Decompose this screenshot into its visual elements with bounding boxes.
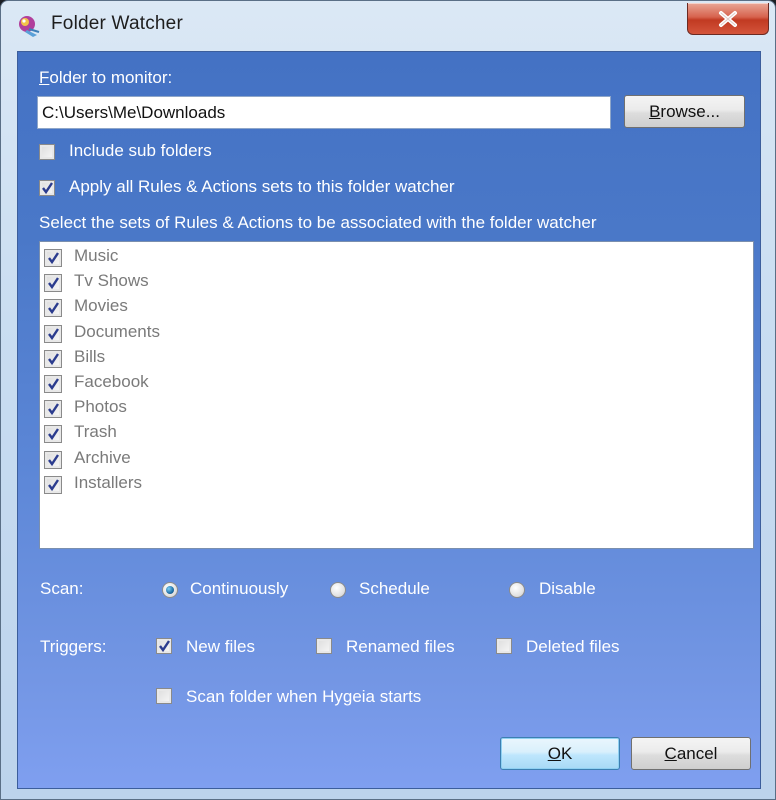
rule-set-label: Trash — [74, 422, 117, 442]
browse-button[interactable]: Browse... — [624, 95, 745, 128]
new-files-label: New files — [186, 637, 255, 656]
title-bar[interactable]: Folder Watcher — [1, 1, 775, 51]
rule-set-item[interactable]: Trash — [40, 421, 753, 446]
rule-set-label: Bills — [74, 346, 106, 366]
rule-set-checkbox[interactable] — [44, 475, 62, 494]
folder-to-monitor-label: Folder to monitor: — [39, 68, 173, 87]
renamed-files-checkbox[interactable] — [316, 638, 332, 654]
scan-disable-label: Disable — [539, 579, 596, 598]
checkmark-icon — [48, 378, 59, 391]
ok-button[interactable]: OK — [500, 737, 620, 770]
scan-schedule-radio[interactable] — [330, 582, 346, 598]
rule-set-item[interactable]: Photos — [40, 396, 753, 421]
rules-actions-list[interactable]: Music Tv Shows Movies Documents Bills Faceboo… — [39, 241, 754, 549]
rule-set-checkbox[interactable] — [44, 249, 62, 267]
rule-set-label: Installers — [74, 472, 143, 492]
rule-set-label: Music — [74, 246, 119, 265]
checkmark-icon — [48, 479, 59, 491]
checkmark-icon — [48, 302, 59, 315]
apply-all-rules-checkbox[interactable] — [39, 180, 55, 196]
checkmark-icon — [48, 277, 59, 290]
app-icon — [19, 16, 40, 37]
scan-continuously-radio[interactable] — [162, 582, 178, 598]
rule-set-item[interactable]: Tv Shows — [40, 270, 753, 295]
cancel-button[interactable]: Cancel — [631, 737, 751, 770]
apply-all-rules-label: Apply all Rules & Actions sets to this f… — [69, 177, 455, 196]
rule-set-checkbox[interactable] — [44, 425, 62, 444]
deleted-files-label: Deleted files — [526, 637, 620, 656]
rule-set-item[interactable]: Bills — [40, 346, 753, 371]
rule-set-checkbox[interactable] — [44, 324, 62, 343]
checkmark-icon — [48, 327, 59, 340]
scan-schedule-label: Schedule — [359, 579, 430, 598]
rule-set-item[interactable]: Archive — [40, 447, 753, 472]
scan-on-start-label: Scan folder when Hygeia starts — [186, 687, 422, 706]
rules-heading: Select the sets of Rules & Actions to be… — [39, 213, 597, 232]
rule-set-item[interactable]: Facebook — [40, 371, 753, 396]
rule-set-checkbox[interactable] — [44, 349, 62, 368]
rule-set-item[interactable]: Documents — [40, 321, 753, 346]
rule-set-checkbox[interactable] — [44, 274, 62, 293]
deleted-files-checkbox[interactable] — [496, 638, 512, 654]
scan-on-start-checkbox[interactable] — [156, 688, 172, 704]
rule-set-item[interactable]: Installers — [40, 472, 753, 497]
rule-set-item[interactable]: Movies — [40, 295, 753, 320]
new-files-checkbox[interactable] — [156, 638, 172, 654]
checkmark-icon — [48, 453, 59, 466]
rule-set-label: Facebook — [74, 372, 149, 391]
checkmark-icon — [48, 353, 59, 365]
folder-watcher-window: Folder Watcher Folder to monitor: Browse… — [0, 0, 776, 800]
window-title: Folder Watcher — [51, 13, 183, 34]
rule-set-label: Movies — [74, 296, 128, 316]
checkmark-icon — [48, 428, 59, 441]
checkmark-icon — [48, 403, 59, 416]
include-sub-folders-label: Include sub folders — [69, 141, 212, 160]
rule-set-checkbox[interactable] — [44, 299, 62, 318]
scan-continuously-label: Continuously — [190, 579, 289, 598]
rule-set-label: Archive — [74, 447, 131, 467]
close-button[interactable] — [687, 3, 769, 35]
scan-disable-radio[interactable] — [509, 582, 525, 598]
close-icon — [719, 10, 737, 27]
rule-set-label: Tv Shows — [74, 271, 149, 291]
rule-set-checkbox[interactable] — [44, 450, 62, 469]
triggers-label: Triggers: — [40, 637, 107, 656]
scan-label: Scan: — [40, 579, 84, 598]
checkmark-icon — [48, 252, 59, 265]
include-sub-folders-checkbox[interactable] — [39, 144, 55, 160]
rule-set-checkbox[interactable] — [44, 375, 62, 393]
folder-path-input[interactable] — [37, 96, 611, 129]
rule-set-checkbox[interactable] — [44, 400, 62, 419]
renamed-files-label: Renamed files — [346, 637, 455, 656]
rule-set-label: Photos — [74, 397, 127, 417]
dialog-body: Folder to monitor: Browse... Include sub… — [17, 51, 761, 789]
rule-set-item[interactable]: Music — [40, 245, 753, 270]
rule-set-label: Documents — [74, 321, 160, 341]
